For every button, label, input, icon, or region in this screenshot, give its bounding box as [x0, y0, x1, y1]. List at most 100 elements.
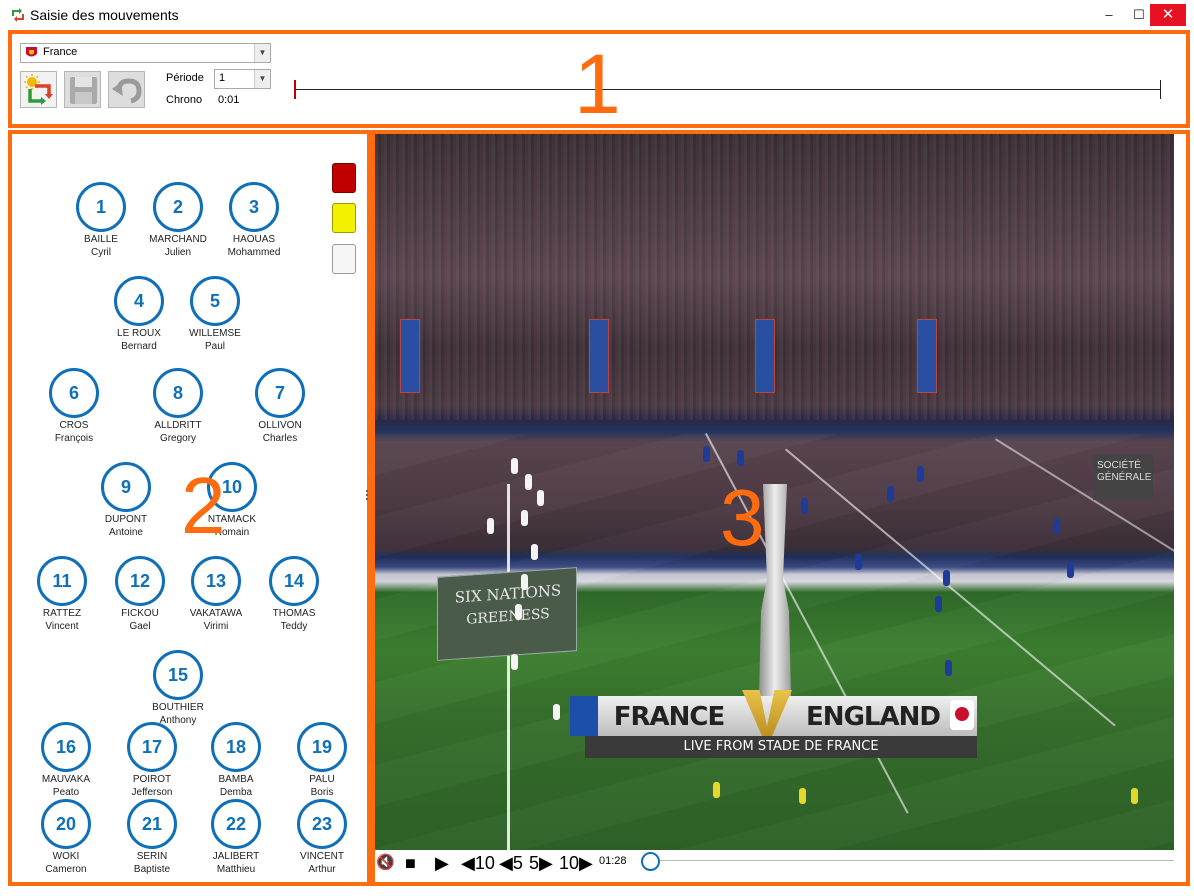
- player-number-badge[interactable]: 11: [37, 556, 87, 606]
- board-text-line2: GREENESS: [466, 606, 550, 628]
- rewind-5-button[interactable]: ◀5: [499, 851, 523, 875]
- player-number-badge[interactable]: 22: [211, 799, 261, 849]
- player-slot[interactable]: 6 CROS François: [29, 368, 119, 458]
- timeline-cursor[interactable]: [294, 80, 296, 99]
- player-last-name: NTAMACK: [207, 514, 257, 525]
- title-bar: Saisie des mouvements – ☐ ✕: [0, 0, 1194, 30]
- player-slot[interactable]: 11 RATTEZ Vincent: [17, 556, 107, 646]
- score-team-b: ENGLAND: [806, 702, 941, 732]
- player-figure: [703, 446, 710, 462]
- player-number-badge[interactable]: 4: [114, 276, 164, 326]
- player-figure: [511, 458, 518, 474]
- rewind-10-button[interactable]: ◀10: [461, 851, 495, 875]
- player-number-badge[interactable]: 15: [153, 650, 203, 700]
- player-figure: [511, 654, 518, 670]
- player-first-name: Teddy: [280, 621, 308, 632]
- board-text-line1: SIX NATIONS: [454, 581, 562, 607]
- player-slot[interactable]: 7 OLLIVON Charles: [235, 368, 325, 458]
- player-slot[interactable]: 14 THOMAS Teddy: [249, 556, 339, 646]
- undo-button[interactable]: [108, 71, 145, 108]
- new-movement-icon: [24, 74, 53, 105]
- player-number-badge[interactable]: 19: [297, 722, 347, 772]
- player-last-name: DUPONT: [104, 514, 148, 525]
- close-button[interactable]: ✕: [1150, 4, 1186, 26]
- panel-splitter[interactable]: [366, 490, 369, 508]
- yellow-card-button[interactable]: [332, 203, 356, 233]
- player-last-name: VINCENT: [300, 851, 344, 862]
- player-slot[interactable]: 10 NTAMACK Romain: [187, 462, 277, 552]
- stop-button[interactable]: ■: [405, 851, 416, 875]
- minimize-button[interactable]: –: [1094, 4, 1124, 26]
- video-frame[interactable]: SIX NATIONS GREENESS SOCIÉTÉ GÉNÉRALE FR…: [375, 134, 1174, 850]
- player-first-name: Charles: [262, 433, 298, 444]
- player-number-badge[interactable]: 21: [127, 799, 177, 849]
- player-first-name: Arthur: [308, 864, 336, 875]
- player-slot[interactable]: 5 WILLEMSE Paul: [170, 276, 260, 366]
- player-figure: [521, 510, 528, 526]
- forward-5-button[interactable]: 5▶: [529, 851, 553, 875]
- sponsor-text: SOCIÉTÉ GÉNÉRALE: [1097, 460, 1152, 483]
- player-figure: [487, 518, 494, 534]
- player-first-name: Gregory: [159, 433, 197, 444]
- player-number-badge[interactable]: 20: [41, 799, 91, 849]
- player-slot[interactable]: 22 JALIBERT Matthieu: [191, 799, 281, 889]
- player-last-name: BOUTHIER: [152, 702, 204, 713]
- team-select[interactable]: France ▼: [20, 43, 271, 63]
- player-number-badge[interactable]: 18: [211, 722, 261, 772]
- chevron-down-icon[interactable]: ▼: [254, 70, 270, 88]
- save-icon: [70, 77, 97, 104]
- stand-banner: [755, 319, 775, 393]
- player-last-name: ALLDRITT: [154, 420, 202, 431]
- player-number-badge[interactable]: 10: [207, 462, 257, 512]
- player-number-badge[interactable]: 9: [101, 462, 151, 512]
- mute-button[interactable]: 🔇: [376, 851, 395, 875]
- player-figure: [945, 660, 952, 676]
- player-figure: [531, 544, 538, 560]
- player-figure: [537, 490, 544, 506]
- player-number-badge[interactable]: 17: [127, 722, 177, 772]
- play-button[interactable]: ▶: [435, 851, 449, 875]
- player-number-badge[interactable]: 8: [153, 368, 203, 418]
- player-slot[interactable]: 13 VAKATAWA Virimi: [171, 556, 261, 646]
- player-number-badge[interactable]: 16: [41, 722, 91, 772]
- movement-timeline[interactable]: [295, 89, 1161, 90]
- forward-10-button[interactable]: 10▶: [559, 851, 593, 875]
- chevron-down-icon[interactable]: ▼: [254, 44, 270, 62]
- player-slot[interactable]: 21 SERIN Baptiste: [107, 799, 197, 889]
- stand-banner: [589, 319, 609, 393]
- official-figure: [713, 782, 720, 798]
- player-number-badge[interactable]: 14: [269, 556, 319, 606]
- player-figure: [737, 450, 744, 466]
- seek-bar[interactable]: [650, 860, 1174, 861]
- player-slot[interactable]: 8 ALLDRITT Gregory: [133, 368, 223, 458]
- red-card-button[interactable]: [332, 163, 356, 193]
- player-slot[interactable]: 3 HAOUAS Mohammed: [209, 182, 299, 272]
- player-figure: [525, 474, 532, 490]
- video-controls: 🔇 ■ ▶ ◀10 ◀5 5▶ 10▶ 01:28: [375, 850, 1174, 876]
- player-figure: [855, 554, 862, 570]
- player-last-name: OLLIVON: [258, 420, 302, 431]
- new-movement-button[interactable]: [20, 71, 57, 108]
- player-slot[interactable]: 23 VINCENT Arthur: [277, 799, 367, 889]
- player-number-badge[interactable]: 1: [76, 182, 126, 232]
- save-button[interactable]: [64, 71, 101, 108]
- player-number-badge[interactable]: 13: [191, 556, 241, 606]
- player-number-badge[interactable]: 7: [255, 368, 305, 418]
- player-last-name: THOMAS: [272, 608, 316, 619]
- player-slot[interactable]: 9 DUPONT Antoine: [81, 462, 171, 552]
- player-number-badge[interactable]: 23: [297, 799, 347, 849]
- seek-thumb[interactable]: [641, 852, 660, 871]
- player-number-badge[interactable]: 2: [153, 182, 203, 232]
- video-time: 01:28: [599, 855, 627, 867]
- player-number-badge[interactable]: 12: [115, 556, 165, 606]
- player-first-name: François: [54, 433, 94, 444]
- player-number-badge[interactable]: 6: [49, 368, 99, 418]
- versus-logo-icon: [742, 690, 792, 742]
- player-number-badge[interactable]: 3: [229, 182, 279, 232]
- player-last-name: CROS: [59, 420, 89, 431]
- player-figure: [1067, 562, 1074, 578]
- white-card-button[interactable]: [332, 244, 356, 274]
- periode-select[interactable]: 1 ▼: [214, 69, 271, 89]
- player-slot[interactable]: 20 WOKI Cameron: [21, 799, 111, 889]
- player-number-badge[interactable]: 5: [190, 276, 240, 326]
